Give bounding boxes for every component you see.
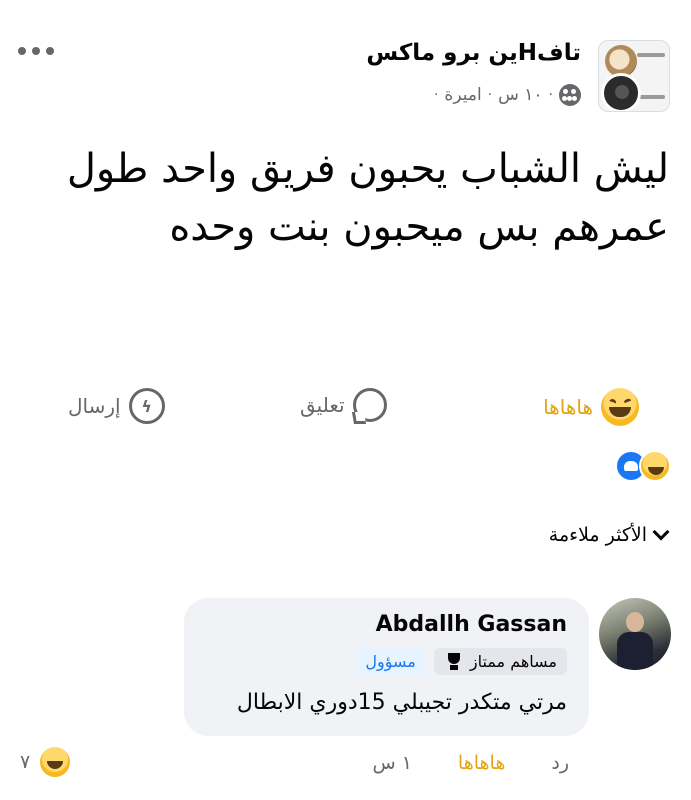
post-author[interactable]: اميرة (444, 85, 481, 105)
reaction-summary[interactable] (615, 450, 671, 482)
more-options-icon[interactable] (18, 40, 54, 62)
comment-react-button[interactable]: هاهاها (458, 752, 505, 774)
comment-time[interactable]: ١ س (372, 752, 411, 774)
post-time[interactable]: ١٠ س (498, 85, 542, 105)
messenger-icon: ϟ (128, 388, 165, 424)
page-avatar[interactable] (598, 40, 670, 112)
top-contributor-badge[interactable]: مساهم ممتاز (433, 648, 567, 675)
post-text: ليش الشباب يحبون فريق واحد طول عمرهم بس … (66, 146, 669, 250)
admin-badge[interactable]: مسؤول (355, 648, 426, 675)
comment-text: مرتي متكدر تجيبلي 15دوري الابطال (236, 690, 567, 715)
commenter-name[interactable]: Abdallh Gassan (376, 612, 567, 637)
react-button[interactable]: هاهاها (543, 388, 639, 426)
post-meta: · اميرة · ١٠ س · (434, 84, 581, 106)
page-name[interactable]: تافHين برو ماكس (366, 40, 581, 66)
author-avatar (601, 73, 641, 111)
chevron-down-icon (652, 523, 670, 541)
comment-reaction-count[interactable]: ٧ (20, 747, 71, 777)
audience-icon[interactable] (559, 84, 581, 106)
laugh-reaction-icon (40, 747, 71, 777)
trophy-icon (444, 652, 464, 671)
comment-button[interactable]: تعليق (300, 388, 387, 422)
comment-actions: ١ س هاهاها رد (372, 752, 569, 774)
comment-bubble: Abdallh Gassan مسؤول مساهم ممتاز مرتي مت… (184, 598, 589, 736)
comment-sort-filter[interactable]: الأكثر ملاءمة (549, 523, 670, 546)
laugh-reaction-icon (639, 450, 671, 482)
comment-bubble-icon (352, 388, 387, 422)
commenter-avatar[interactable] (599, 598, 671, 670)
laugh-emoji-icon (601, 388, 639, 426)
send-button[interactable]: إرسال ϟ (68, 388, 165, 424)
reply-button[interactable]: رد (551, 752, 569, 774)
commenter-badges: مسؤول مساهم ممتاز (355, 648, 567, 675)
